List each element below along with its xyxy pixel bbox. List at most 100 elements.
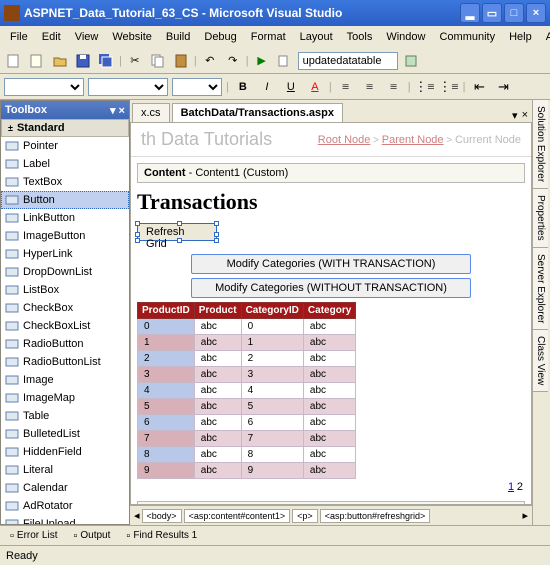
side-tab-server-explorer[interactable]: Server Explorer (533, 248, 548, 330)
toolbox-item-radiobutton[interactable]: RadioButton (1, 335, 129, 353)
tab-dropdown-icon[interactable]: ▾ (512, 109, 518, 122)
toolbox-item-listbox[interactable]: ListBox (1, 281, 129, 299)
align-left-icon[interactable]: ≡ (336, 77, 356, 97)
table-row[interactable]: 1abc1abc (138, 335, 356, 351)
toolbox-item-imagebutton[interactable]: ImageButton (1, 227, 129, 245)
toolbox-item-calendar[interactable]: Calendar (1, 479, 129, 497)
tag-path-item[interactable]: <p> (292, 509, 318, 523)
toolbox-item-radiobuttonlist[interactable]: RadioButtonList (1, 353, 129, 371)
side-tab-class-view[interactable]: Class View (533, 330, 548, 392)
menu-view[interactable]: View (69, 29, 105, 45)
table-row[interactable]: 7abc7abc (138, 431, 356, 447)
tag-path-item[interactable]: <asp:content#content1> (184, 509, 291, 523)
tab-inactive[interactable]: x.cs (132, 103, 170, 122)
menu-format[interactable]: Format (245, 29, 292, 45)
find-icon[interactable] (275, 51, 295, 71)
side-tab-solution-explorer[interactable]: Solution Explorer (533, 100, 548, 189)
paste-icon[interactable] (171, 51, 191, 71)
tag-path-item[interactable]: <body> (142, 509, 182, 523)
table-row[interactable]: 6abc6abc (138, 415, 356, 431)
maximize-button[interactable]: □ (504, 3, 524, 23)
products-grid[interactable]: ProductIDProductCategoryIDCategory 0abc0… (137, 302, 356, 479)
menu-addins[interactable]: Addins (540, 29, 550, 45)
class-select[interactable] (88, 78, 168, 96)
menu-tools[interactable]: Tools (341, 29, 379, 45)
redo-icon[interactable]: ↷ (223, 51, 243, 71)
toolbox-item-literal[interactable]: Literal (1, 461, 129, 479)
indent-icon[interactable]: ⇥ (493, 77, 513, 97)
toolbox-item-hiddenfield[interactable]: HiddenField (1, 443, 129, 461)
content-placeholder-tag[interactable]: Content - Content1 (Custom) (137, 163, 525, 183)
tab-active[interactable]: BatchData/Transactions.aspx (172, 103, 343, 122)
toolbox-item-textbox[interactable]: TextBox (1, 173, 129, 191)
font-select[interactable] (172, 78, 222, 96)
toolbox-item-imagemap[interactable]: ImageMap (1, 389, 129, 407)
toolbox-item-adrotator[interactable]: AdRotator (1, 497, 129, 515)
objectdatasource-tag[interactable]: ObjectDataSource - ProductsDataSource (137, 501, 525, 505)
tag-path-item[interactable]: <asp:button#refreshgrid> (320, 509, 431, 523)
menu-layout[interactable]: Layout (294, 29, 339, 45)
grid-pager[interactable]: 1 2 (137, 479, 525, 495)
table-row[interactable]: 4abc4abc (138, 383, 356, 399)
menu-community[interactable]: Community (433, 29, 501, 45)
table-row[interactable]: 8abc8abc (138, 447, 356, 463)
grid-header[interactable]: Product (194, 303, 241, 319)
find-dropdown[interactable]: updatedatatable (298, 52, 398, 70)
toolbox-item-checkbox[interactable]: CheckBox (1, 299, 129, 317)
save-all-icon[interactable] (96, 51, 116, 71)
bullets-icon[interactable]: ⋮≡ (415, 77, 435, 97)
menu-edit[interactable]: Edit (36, 29, 67, 45)
bold-button[interactable]: B (233, 77, 253, 97)
bottom-tab-find-results-1[interactable]: ▫Find Results 1 (120, 528, 203, 544)
table-row[interactable]: 0abc0abc (138, 319, 356, 335)
modify-without-transaction-button[interactable]: Modify Categories (WITHOUT TRANSACTION) (191, 278, 471, 298)
toolbox-header[interactable]: Toolbox ▾ × (1, 101, 129, 119)
side-tab-properties[interactable]: Properties (533, 189, 548, 248)
menu-build[interactable]: Build (160, 29, 196, 45)
toolbox-category[interactable]: Standard (1, 119, 129, 137)
table-row[interactable]: 3abc3abc (138, 367, 356, 383)
menu-website[interactable]: Website (106, 29, 158, 45)
grid-header[interactable]: CategoryID (241, 303, 303, 319)
toolbox-item-image[interactable]: Image (1, 371, 129, 389)
toolbox-item-dropdownlist[interactable]: DropDownList (1, 263, 129, 281)
tagbar-left-icon[interactable]: ◂ (134, 509, 140, 522)
restore-button[interactable]: ▭ (482, 3, 502, 23)
toolbox-item-pointer[interactable]: Pointer (1, 137, 129, 155)
toolbox-item-fileupload[interactable]: FileUpload (1, 515, 129, 524)
design-canvas[interactable]: th Data Tutorials Root Node > Parent Nod… (130, 122, 532, 505)
align-center-icon[interactable]: ≡ (360, 77, 380, 97)
open-icon[interactable] (50, 51, 70, 71)
element-select[interactable] (4, 78, 84, 96)
table-row[interactable]: 5abc5abc (138, 399, 356, 415)
refresh-grid-button[interactable]: Refresh Grid (137, 223, 217, 241)
toolbox-item-bulletedlist[interactable]: BulletedList (1, 425, 129, 443)
underline-button[interactable]: U (281, 77, 301, 97)
toolbox-item-button[interactable]: Button (1, 191, 129, 209)
menu-file[interactable]: File (4, 29, 34, 45)
toolbox-item-linkbutton[interactable]: LinkButton (1, 209, 129, 227)
close-button[interactable]: × (526, 3, 546, 23)
menu-window[interactable]: Window (380, 29, 431, 45)
toolbox-item-label[interactable]: Label (1, 155, 129, 173)
cut-icon[interactable]: ✂ (125, 51, 145, 71)
toolbox-item-hyperlink[interactable]: HyperLink (1, 245, 129, 263)
undo-icon[interactable]: ↶ (200, 51, 220, 71)
start-icon[interactable]: ▶ (252, 51, 272, 71)
new-project-icon[interactable] (4, 51, 24, 71)
toolbox-pin-icon[interactable]: ▾ × (110, 104, 125, 117)
table-row[interactable]: 2abc2abc (138, 351, 356, 367)
outdent-icon[interactable]: ⇤ (469, 77, 489, 97)
minimize-button[interactable]: ▂ (460, 3, 480, 23)
tab-close-icon[interactable]: × (522, 109, 528, 122)
config-icon[interactable] (401, 51, 421, 71)
forecolor-button[interactable]: A (305, 77, 325, 97)
tagbar-right-icon[interactable]: ▸ (522, 509, 528, 522)
bottom-tab-error-list[interactable]: ▫Error List (4, 528, 63, 544)
toolbox-item-checkboxlist[interactable]: CheckBoxList (1, 317, 129, 335)
table-row[interactable]: 9abc9abc (138, 463, 356, 479)
menu-debug[interactable]: Debug (198, 29, 242, 45)
numbering-icon[interactable]: ⋮≡ (439, 77, 459, 97)
toolbox-item-table[interactable]: Table (1, 407, 129, 425)
grid-header[interactable]: Category (303, 303, 355, 319)
